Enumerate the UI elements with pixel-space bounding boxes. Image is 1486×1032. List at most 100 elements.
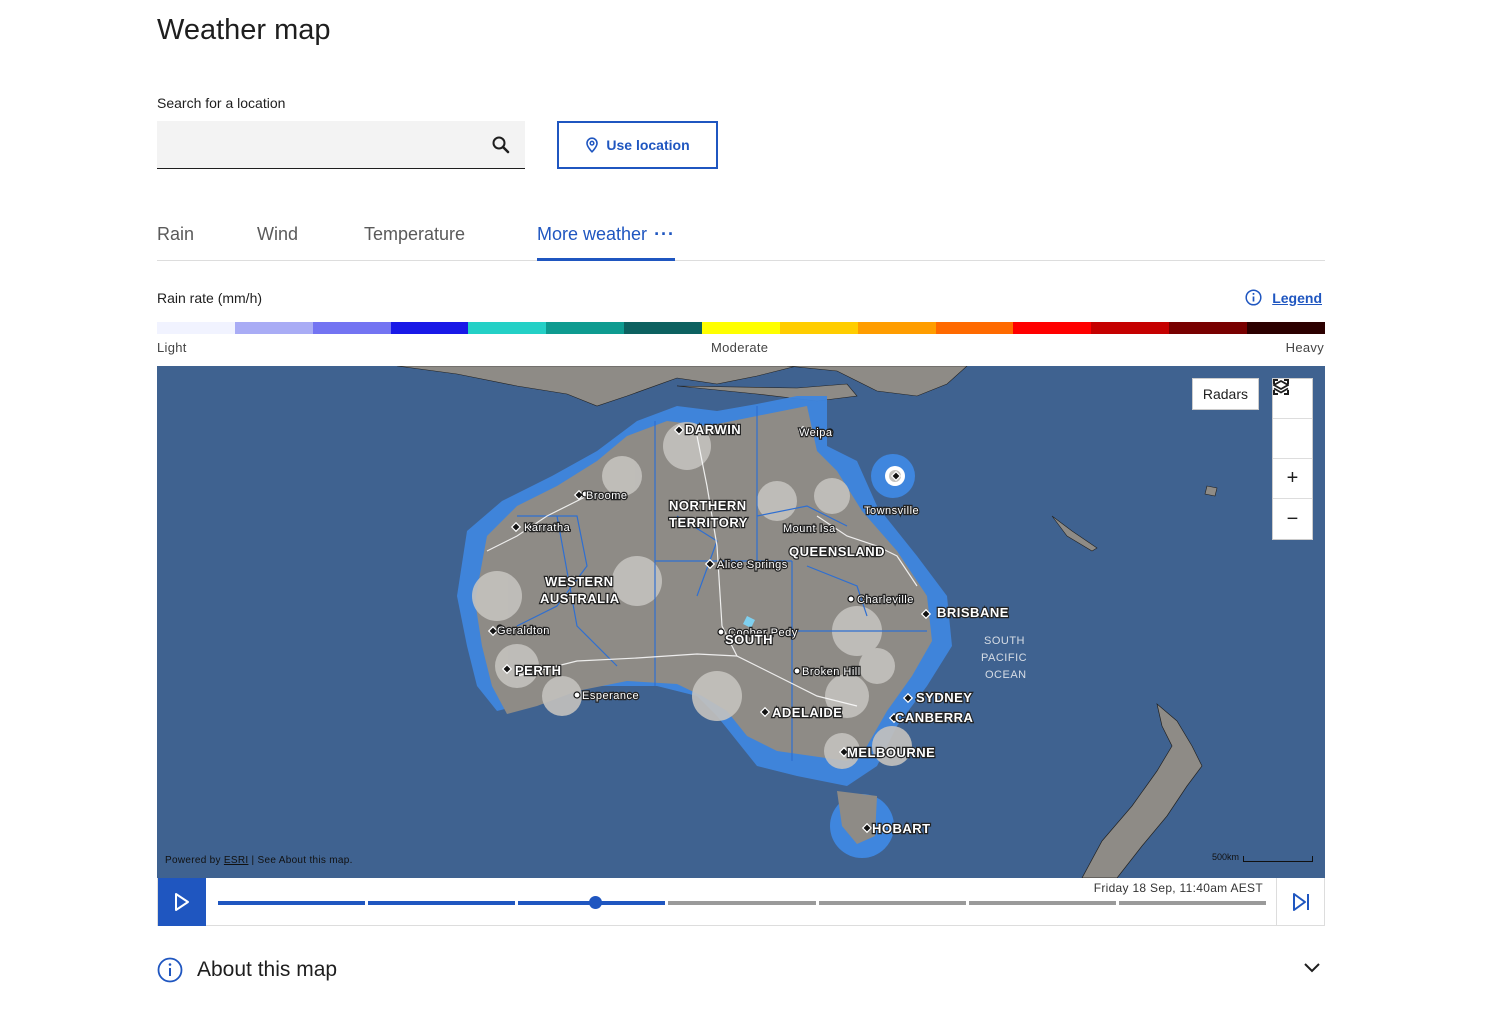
zoom-in-button[interactable]: + bbox=[1273, 459, 1312, 499]
weather-tabs: Rain Wind Temperature More weather ··· bbox=[157, 220, 1325, 261]
place-perth: PERTH bbox=[515, 663, 562, 678]
place-darwin: DARWIN bbox=[685, 422, 741, 437]
info-icon bbox=[157, 957, 183, 983]
place-sydney: SYDNEY bbox=[916, 690, 972, 705]
scale-label-heavy: Heavy bbox=[1285, 340, 1324, 355]
legend-link[interactable]: Legend bbox=[1245, 289, 1322, 306]
scale-label-light: Light bbox=[157, 340, 187, 355]
place-mount-isa: Mount Isa bbox=[783, 523, 836, 535]
ocean-label-3: OCEAN bbox=[985, 669, 1027, 681]
zoom-out-button[interactable]: − bbox=[1273, 499, 1312, 539]
scale-swatch bbox=[546, 322, 625, 334]
timeline: Friday 18 Sep, 11:40am AEST bbox=[157, 878, 1325, 926]
timeline-handle[interactable] bbox=[589, 896, 603, 909]
radars-label: Radars bbox=[1202, 386, 1248, 402]
place-canberra: CANBERRA bbox=[895, 710, 974, 725]
place-broome: Broome bbox=[586, 490, 628, 502]
tab-rain[interactable]: Rain bbox=[157, 224, 194, 260]
place-karratha: Karratha bbox=[524, 522, 571, 534]
timeline-segment[interactable] bbox=[218, 901, 366, 905]
layers-button[interactable] bbox=[1273, 379, 1312, 459]
scale-swatch bbox=[1169, 322, 1248, 334]
page-title: Weather map bbox=[157, 14, 331, 46]
layers-icon bbox=[1273, 379, 1289, 394]
tab-more-weather[interactable]: More weather ··· bbox=[537, 224, 676, 261]
place-queensland: QUEENSLAND bbox=[789, 544, 885, 559]
place-northern-territory-2: TERRITORY bbox=[669, 515, 748, 530]
chevron-down-icon bbox=[1304, 963, 1320, 973]
rain-rate-scale bbox=[157, 322, 1325, 334]
place-northern-territory-1: NORTHERN bbox=[669, 498, 747, 513]
timeline-segment[interactable] bbox=[818, 901, 966, 905]
timeline-segment[interactable] bbox=[968, 901, 1116, 905]
legend-title: Rain rate (mm/h) bbox=[157, 290, 263, 306]
info-icon bbox=[1245, 289, 1262, 306]
tab-more-weather-label: More weather bbox=[537, 224, 648, 244]
place-adelaide: ADELAIDE bbox=[772, 705, 842, 720]
tab-temperature-label: Temperature bbox=[364, 224, 466, 244]
timeline-segment[interactable] bbox=[368, 901, 516, 905]
use-location-button[interactable]: Use location bbox=[557, 121, 718, 169]
map-canvas[interactable]: DARWIN Weipa Broome NORTHERN TERRITORY T… bbox=[157, 366, 1325, 878]
weather-map-page: Weather map Search for a location Use lo… bbox=[0, 0, 1486, 1032]
search-icon[interactable] bbox=[491, 135, 511, 155]
place-esperance: Esperance bbox=[582, 690, 639, 702]
place-south: SOUTH bbox=[725, 632, 773, 647]
place-western-australia-1: WESTERN bbox=[545, 574, 614, 589]
scale-bar-label: 500km bbox=[1211, 852, 1239, 862]
use-location-label: Use location bbox=[606, 137, 690, 153]
scale-swatch bbox=[1013, 322, 1092, 334]
about-title: About this map bbox=[197, 958, 338, 981]
play-icon bbox=[175, 893, 189, 911]
place-townsville: Townsville bbox=[864, 505, 919, 517]
attribution-prefix: Powered by bbox=[165, 855, 221, 866]
map-attribution: Powered by ESRI | See About this map. bbox=[165, 855, 353, 866]
place-charleville: Charleville bbox=[857, 594, 914, 606]
zoom-in-icon: + bbox=[1286, 467, 1299, 489]
scale-swatch bbox=[935, 322, 1014, 334]
scale-bar-line bbox=[1243, 856, 1313, 862]
scale-swatch bbox=[390, 322, 469, 334]
tab-wind[interactable]: Wind bbox=[257, 224, 298, 260]
scale-swatch bbox=[468, 322, 547, 334]
place-geraldton: Geraldton bbox=[497, 625, 550, 637]
scale-swatch bbox=[624, 322, 703, 334]
map-scale-bar: 500km bbox=[1212, 852, 1313, 862]
scale-swatch bbox=[234, 322, 313, 334]
about-this-map-accordion[interactable]: About this map bbox=[157, 955, 1325, 985]
more-dots-icon: ··· bbox=[654, 224, 676, 244]
search-input[interactable] bbox=[157, 121, 525, 168]
scale-label-moderate: Moderate bbox=[711, 340, 769, 355]
skip-to-end-button[interactable] bbox=[1276, 878, 1324, 926]
scale-swatch bbox=[779, 322, 858, 334]
place-western-australia-2: AUSTRALIA bbox=[540, 591, 620, 606]
map-view[interactable]: DARWIN Weipa Broome NORTHERN TERRITORY T… bbox=[157, 366, 1325, 878]
scale-swatch bbox=[312, 322, 391, 334]
scale-swatch bbox=[1247, 322, 1325, 334]
esri-link[interactable]: ESRI bbox=[224, 855, 249, 866]
skip-end-icon bbox=[1292, 893, 1309, 911]
timeline-segment[interactable] bbox=[668, 901, 816, 905]
tab-wind-label: Wind bbox=[257, 224, 299, 244]
scale-swatch bbox=[857, 322, 936, 334]
ocean-label-1: SOUTH bbox=[984, 635, 1025, 647]
timeline-track[interactable] bbox=[218, 901, 1266, 905]
search-box bbox=[157, 121, 525, 169]
legend-link-label: Legend bbox=[1272, 289, 1322, 306]
place-alice-springs: Alice Springs bbox=[717, 559, 788, 571]
place-brisbane: BRISBANE bbox=[937, 605, 1009, 620]
place-weipa: Weipa bbox=[799, 427, 833, 439]
play-button[interactable] bbox=[158, 878, 206, 926]
ocean-label-2: PACIFIC bbox=[981, 652, 1027, 664]
radars-button[interactable]: Radars bbox=[1191, 378, 1259, 410]
place-melbourne: MELBOURNE bbox=[847, 745, 935, 760]
place-hobart: HOBART bbox=[872, 821, 931, 836]
attribution-suffix: | See About this map. bbox=[251, 855, 353, 866]
tab-temperature[interactable]: Temperature bbox=[364, 224, 465, 260]
location-pin-icon bbox=[586, 137, 599, 153]
zoom-out-icon: − bbox=[1286, 507, 1299, 530]
place-broken-hill: Broken Hill bbox=[802, 666, 861, 678]
timeline-segment[interactable] bbox=[1118, 901, 1266, 905]
timeline-timestamp: Friday 18 Sep, 11:40am AEST bbox=[1093, 881, 1263, 895]
map-controls: + − bbox=[1272, 378, 1313, 540]
